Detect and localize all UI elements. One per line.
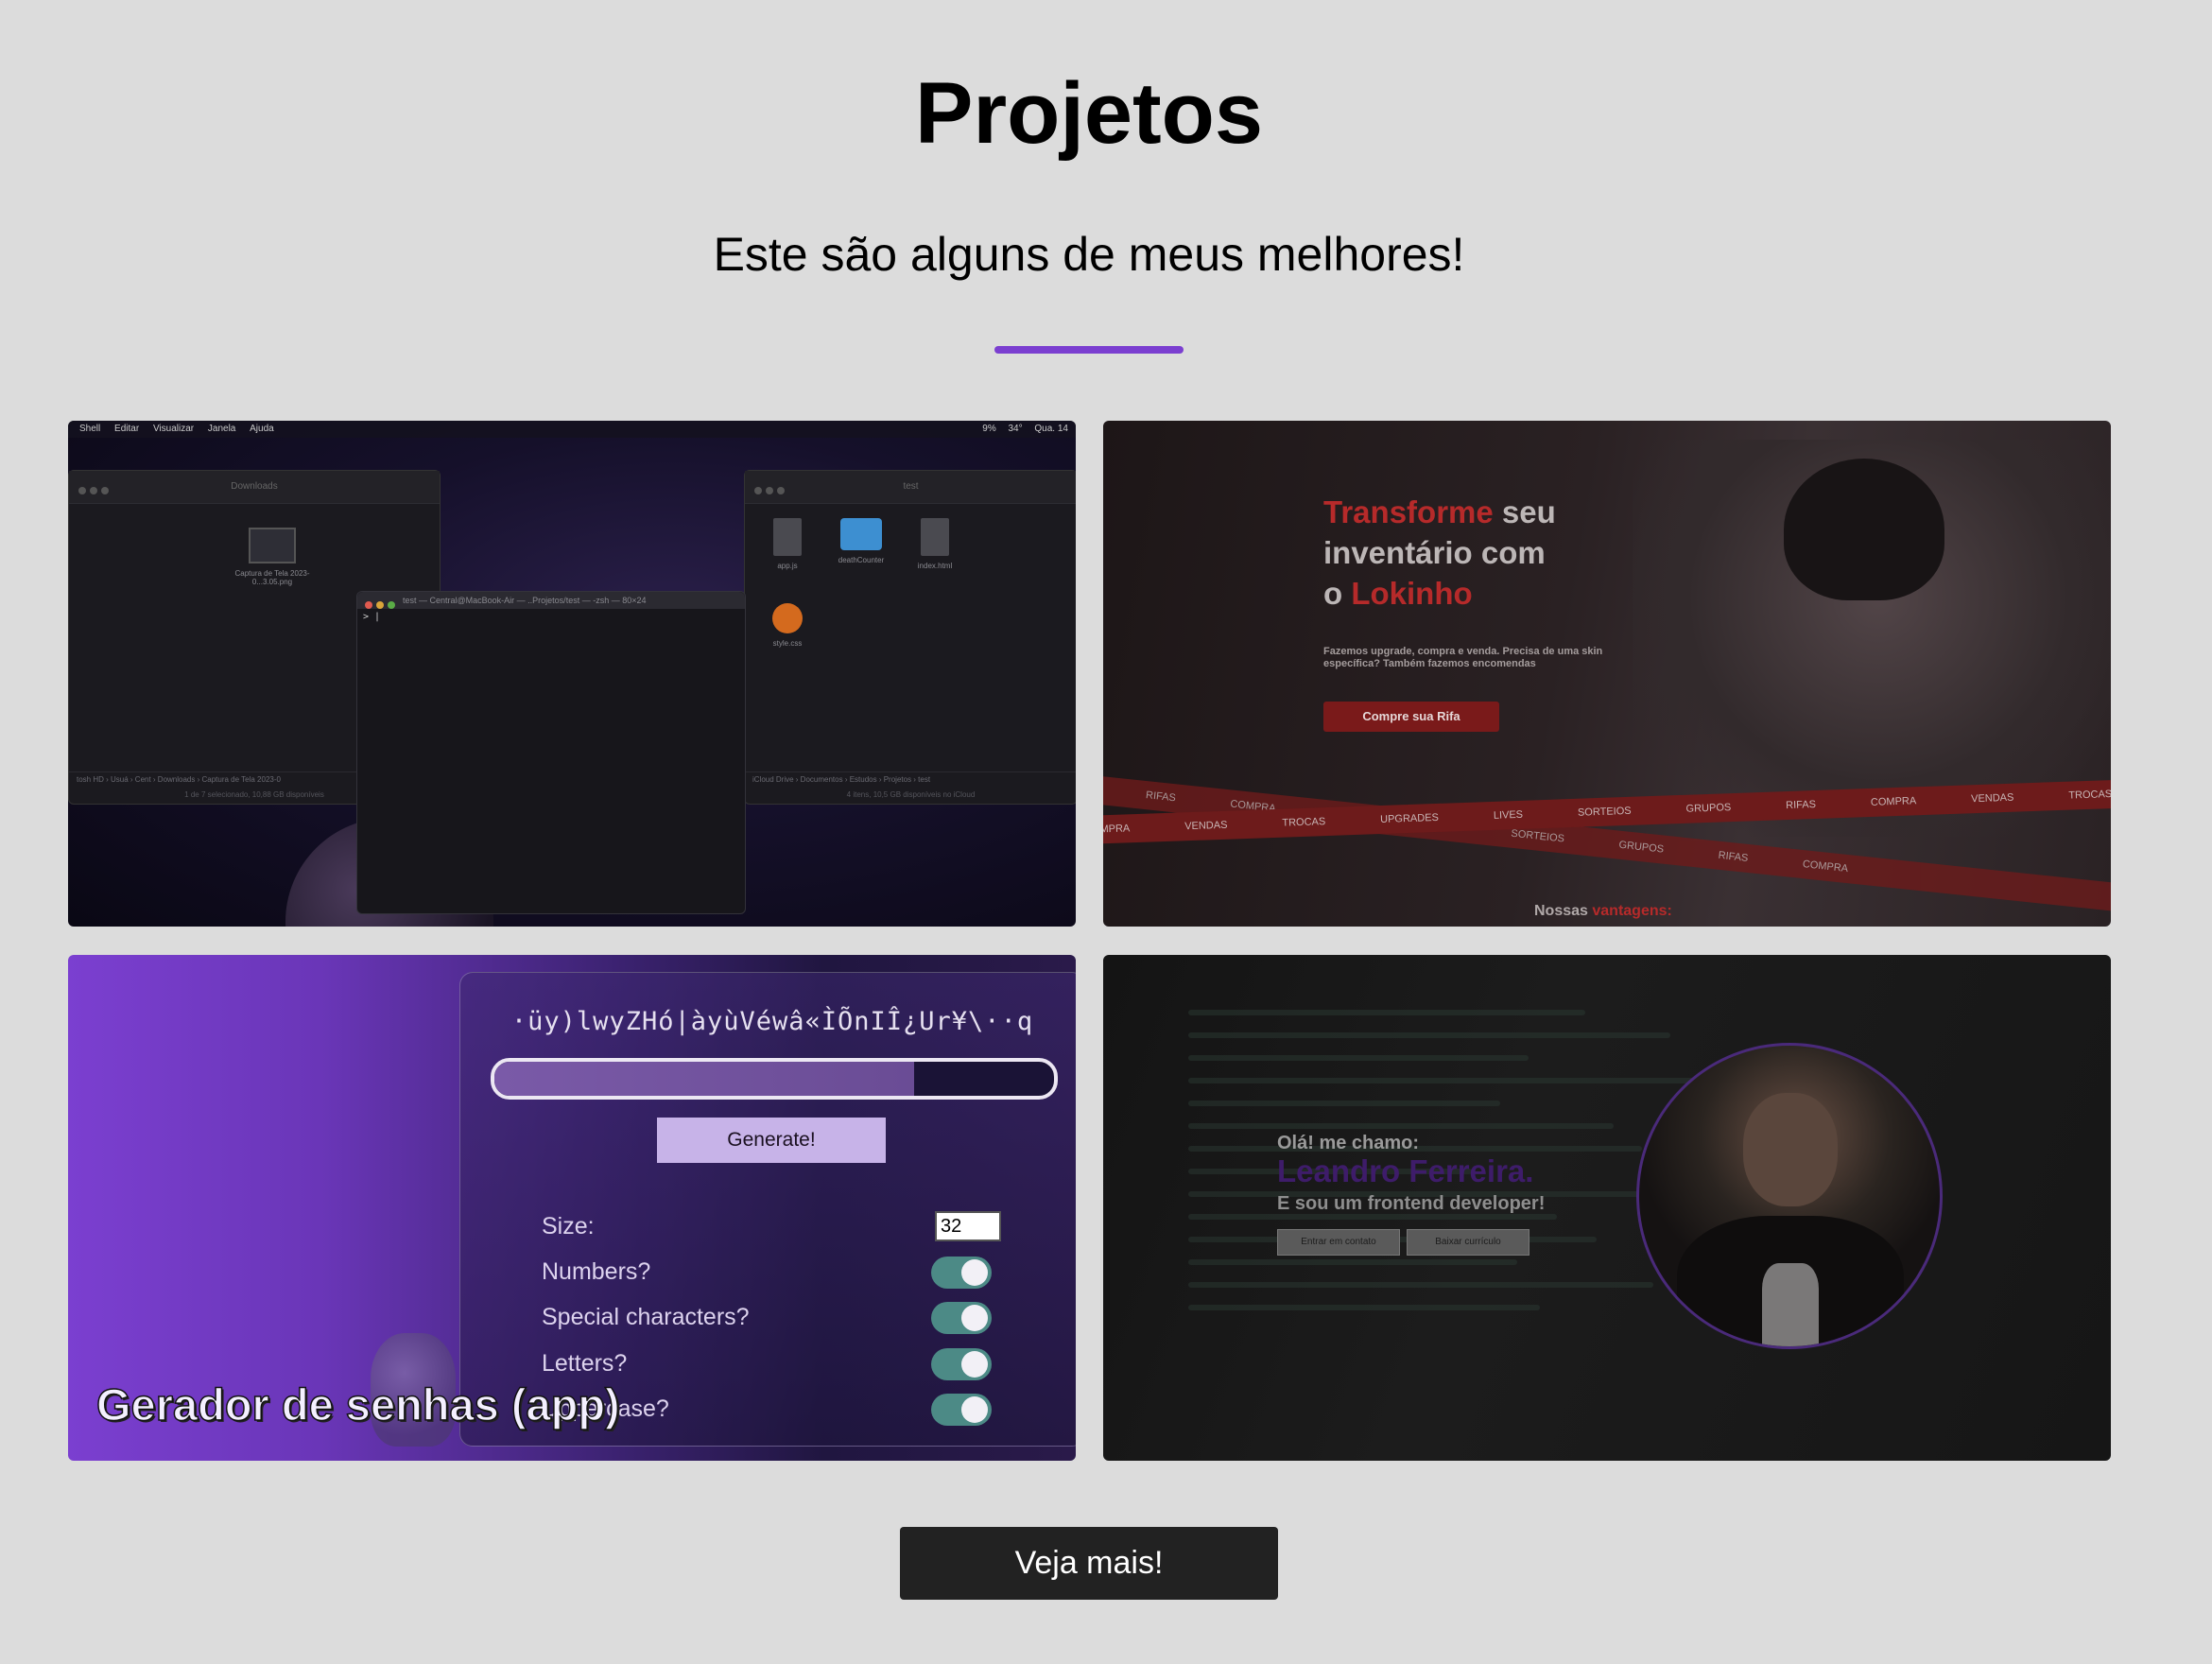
strength-fill — [494, 1062, 914, 1096]
title-divider — [994, 346, 1184, 354]
file-item: deathCounter — [828, 518, 894, 564]
advantages-text: vantagens: — [1592, 903, 1672, 919]
tape-word: GRUPOS — [1685, 802, 1732, 815]
menu-item: Ajuda — [250, 424, 274, 434]
developer-role: E sou um frontend developer! — [1277, 1193, 1546, 1214]
html-file-icon — [921, 518, 949, 556]
collar-shape — [1762, 1263, 1819, 1346]
tape-word: TROCAS — [1282, 816, 1326, 829]
headline-line: inventário com — [1323, 535, 1546, 570]
project-card-password-generator[interactable]: ·üy)lwyZHó|àyùVéwâ«ÌÕnIÎ¿Ur¥\··q Generat… — [68, 955, 1076, 1461]
finder-path: iCloud Drive › Documentos › Estudos › Pr… — [745, 771, 1076, 787]
js-file-icon — [773, 518, 802, 556]
file-name: app.js — [777, 562, 798, 570]
letters-toggle[interactable] — [931, 1348, 992, 1380]
headline-word: o — [1323, 576, 1352, 611]
profile-photo — [1636, 1043, 1943, 1349]
buy-raffle-button[interactable]: Compre sua Rifa — [1323, 702, 1499, 732]
tape-word: SORTEIOS — [1577, 805, 1632, 819]
terminal-title: test — Central@MacBook-Air — ..Projetos/… — [357, 592, 745, 609]
terminal-window: test — Central@MacBook-Air — ..Projetos/… — [356, 591, 746, 914]
menu-item: Editar — [114, 424, 140, 434]
special-characters-toggle[interactable] — [931, 1302, 992, 1334]
project-card-portfolio[interactable]: Olá! me chamo: Leandro Ferreira. E sou u… — [1103, 955, 2111, 1461]
tape-word: COMPRA — [1103, 823, 1131, 836]
generate-button[interactable]: Generate! — [657, 1118, 886, 1163]
tape-word: GRUPOS — [1617, 839, 1665, 856]
tape-word: TROCAS — [2068, 789, 2111, 802]
status-item: 34° — [1008, 424, 1023, 434]
numbers-toggle[interactable] — [931, 1257, 992, 1289]
project-card-terminal[interactable]: Shell Editar Visualizar Janela Ajuda 9% … — [68, 421, 1076, 927]
terminal-prompt: > | — [363, 612, 381, 622]
generated-password: ·üy)lwyZHó|àyùVéwâ«ÌÕnIÎ¿Ur¥\··q — [510, 1007, 1034, 1036]
status-item: 9% — [982, 424, 996, 434]
page-subtitle: Este são alguns de meus melhores! — [713, 228, 1465, 281]
tape-word: VENDAS — [1970, 791, 2014, 806]
helmet-image — [1784, 459, 1944, 600]
file-name: Captura de Tela 2023-0...3.05.png — [234, 569, 310, 586]
tape-word: VENDAS — [1184, 819, 1228, 833]
menu-item: Shell — [79, 424, 101, 434]
tape-word: SORTEIOS — [1510, 827, 1565, 845]
see-more-button[interactable]: Veja mais! — [900, 1527, 1278, 1600]
password-generator-panel: ·üy)lwyZHó|àyùVéwâ«ÌÕnIÎ¿Ur¥\··q Generat… — [459, 972, 1076, 1447]
window-controls — [754, 482, 788, 499]
uppercase-toggle[interactable] — [931, 1394, 992, 1426]
headline-word: Transforme — [1323, 494, 1494, 529]
headline-word: Lokinho — [1351, 576, 1473, 611]
project-card-lokinho[interactable]: Transforme seu inventário com o Lokinho … — [1103, 421, 2111, 927]
tape-word: RIFAS — [1145, 789, 1177, 805]
folder-icon — [840, 518, 882, 550]
file-item: index.html — [902, 518, 968, 570]
tape-word: RIFAS — [1785, 798, 1817, 812]
window-controls — [78, 482, 112, 499]
finder-status: 4 itens, 10,5 GB disponíveis no iCloud — [846, 790, 976, 799]
status-item: Qua. 14 — [1034, 424, 1068, 434]
menu-item: Janela — [207, 424, 236, 434]
headline-word: seu — [1493, 494, 1556, 529]
page-title: Projetos — [914, 65, 1264, 162]
image-file-icon — [249, 528, 296, 563]
tape-word: COMPRA — [1870, 795, 1917, 808]
window-controls — [365, 597, 399, 614]
file-name: style.css — [772, 639, 803, 648]
file-item: app.js — [754, 518, 821, 570]
download-cv-button[interactable]: Baixar currículo — [1407, 1229, 1529, 1256]
file-item: Captura de Tela 2023-0...3.05.png — [220, 528, 324, 586]
size-input[interactable] — [935, 1211, 1001, 1241]
greeting: Olá! me chamo: — [1277, 1133, 1420, 1153]
file-name: deathCounter — [838, 556, 885, 564]
lokinho-description: Fazemos upgrade, compra e venda. Precisa… — [1323, 646, 1603, 669]
tape-word: UPGRADES — [1379, 811, 1440, 826]
advantages-heading: Nossas vantagens: — [1534, 903, 1672, 920]
file-name: index.html — [917, 562, 953, 570]
tape-word: COMPRA — [1802, 858, 1849, 875]
finder-title: test — [745, 471, 1076, 504]
firefox-file-icon — [772, 603, 803, 633]
menu-item: Visualizar — [152, 424, 195, 434]
password-strength-bar — [491, 1058, 1058, 1100]
developer-name: Leandro Ferreira. — [1277, 1153, 1534, 1188]
tape-word: RIFAS — [1718, 849, 1749, 864]
finder-window-test: test app.js deathCounter index.html styl… — [744, 470, 1076, 805]
advantages-text: Nossas — [1534, 903, 1593, 919]
contact-button[interactable]: Entrar em contato — [1277, 1229, 1400, 1256]
lokinho-headline: Transforme seu inventário com o Lokinho — [1323, 492, 1556, 614]
face-shape — [1743, 1093, 1838, 1206]
file-item: style.css — [754, 603, 821, 648]
mac-menubar: Shell Editar Visualizar Janela Ajuda 9% … — [68, 421, 1076, 438]
finder-title: Downloads — [69, 471, 440, 504]
project-caption: Gerador de senhas (app) — [95, 1378, 620, 1430]
tape-word: LIVES — [1493, 808, 1524, 822]
